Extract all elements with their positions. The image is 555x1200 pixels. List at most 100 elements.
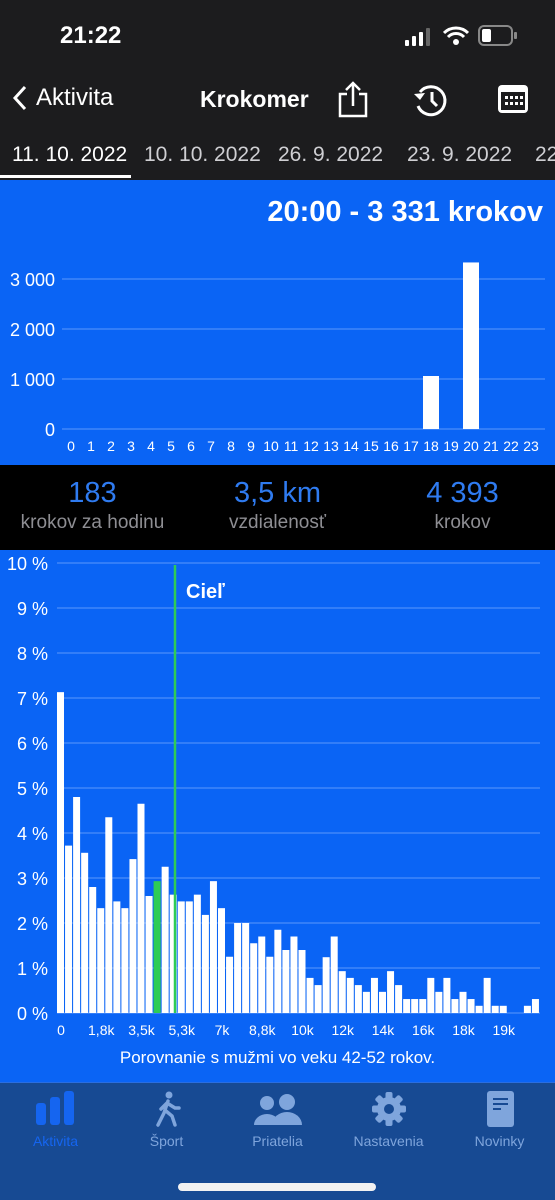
distribution-bar	[467, 999, 475, 1013]
distribution-bar	[443, 977, 451, 1013]
distribution-bar	[475, 1005, 483, 1013]
tab-label: Novinky	[474, 1133, 525, 1149]
distribution-bar	[459, 991, 467, 1013]
calendar-icon[interactable]	[497, 84, 529, 114]
y-tick-label: 7 %	[17, 689, 48, 709]
stat-label: krokov	[434, 512, 491, 533]
distribution-bar	[242, 923, 250, 1013]
x-tick-label: 9	[247, 438, 255, 454]
distribution-bar	[81, 852, 89, 1013]
distribution-bar	[137, 803, 145, 1013]
stat-label: krokov za hodinu	[20, 512, 165, 533]
stat-total-steps: 4 393 krokov	[370, 477, 555, 534]
tab-aktivita[interactable]: Aktivita	[0, 1091, 111, 1149]
tab-label: Priatelia	[252, 1133, 303, 1149]
x-tick-label: 10	[263, 438, 279, 454]
back-button[interactable]: Aktivita	[12, 84, 113, 112]
x-tick-label: 0	[57, 1022, 65, 1038]
share-icon[interactable]	[337, 80, 369, 118]
bar-chart-icon	[35, 1091, 74, 1125]
chevron-left-icon	[12, 85, 27, 111]
y-tick-label: 10 %	[7, 554, 48, 574]
y-tick-label: 1 000	[10, 370, 55, 390]
distribution-bar	[185, 901, 193, 1013]
user-bar	[153, 881, 161, 1013]
x-tick-label: 19k	[492, 1022, 516, 1038]
distribution-bar	[250, 943, 258, 1013]
x-tick-label: 16k	[412, 1022, 436, 1038]
tab-label: Šport	[149, 1133, 184, 1149]
y-tick-label: 9 %	[17, 599, 48, 619]
tab-label: Aktivita	[32, 1133, 79, 1149]
comparison-panel: 0 % 1 % 2 % 3 % 4 % 5 % 6 % 7 % 8 % 9 % 10 % 0 1,8k 3…	[0, 550, 555, 1082]
x-tick-label: 3,5k	[128, 1022, 155, 1038]
distribution-bar	[379, 991, 386, 1013]
x-tick-label: 10k	[291, 1022, 315, 1038]
tab-nastavenia[interactable]: Nastavenia	[333, 1091, 444, 1149]
stat-distance: 3,5 km vzdialenosť	[185, 477, 370, 534]
x-tick-label: 17	[403, 438, 419, 454]
y-tick-label: 2 %	[17, 914, 48, 934]
home-indicator	[178, 1183, 376, 1191]
distribution-bar	[314, 985, 322, 1013]
distribution-bar	[145, 896, 153, 1013]
distribution-bar	[97, 908, 105, 1013]
distribution-bar	[258, 936, 266, 1013]
distribution-bar	[523, 1005, 531, 1013]
distribution-bar	[499, 1005, 507, 1013]
tab-novinky[interactable]: Novinky	[444, 1091, 555, 1149]
distribution-bar	[419, 999, 427, 1013]
y-tick-label: 1 %	[17, 959, 48, 979]
y-tick-label: 4 %	[17, 824, 48, 844]
history-icon[interactable]	[412, 82, 450, 118]
distribution-bar	[451, 999, 459, 1013]
nav-bar: Aktivita Krokomer	[0, 72, 555, 128]
distribution-bar	[290, 936, 298, 1013]
x-tick-label: 12k	[331, 1022, 355, 1038]
distribution-bar	[274, 929, 282, 1013]
x-tick-label: 15	[363, 438, 379, 454]
x-tick-label: 7	[207, 438, 215, 454]
x-tick-label: 6	[187, 438, 195, 454]
tab-date[interactable]: 11. 10. 2022	[12, 143, 127, 167]
tab-date[interactable]: 26. 9. 2022	[278, 143, 383, 167]
tab-date[interactable]: 22	[535, 143, 555, 167]
walking-icon	[155, 1091, 181, 1127]
tab-date[interactable]: 23. 9. 2022	[407, 143, 512, 167]
distribution-bar	[354, 985, 362, 1013]
back-label: Aktivita	[36, 84, 114, 111]
x-tick-label: 16	[383, 438, 399, 454]
distribution-bar	[427, 977, 435, 1013]
distribution-bar	[209, 881, 217, 1013]
y-tick-label: 3 %	[17, 869, 48, 889]
distribution-bar	[306, 977, 314, 1013]
x-tick-label: 18k	[452, 1022, 476, 1038]
x-tick-label: 1	[87, 438, 95, 454]
tab-priatelia[interactable]: Priatelia	[222, 1091, 333, 1149]
x-tick-label: 20	[463, 438, 479, 454]
x-tick-label: 1,8k	[88, 1022, 115, 1038]
x-tick-label: 23	[523, 438, 539, 454]
distribution-bar	[234, 923, 242, 1013]
distribution-bar	[129, 859, 137, 1013]
distribution-bar	[121, 908, 129, 1013]
x-tick-label: 4	[147, 438, 155, 454]
stat-steps-per-hour: 183 krokov za hodinu	[0, 477, 185, 534]
hourly-steps-chart[interactable]: 01 0002 0003 0000 1 2 3 4 5 6 7 8 9 10 11 12 13 14 15 16…	[0, 180, 555, 465]
y-tick-label: 0 %	[17, 1004, 48, 1024]
stat-value: 4 393	[426, 477, 499, 509]
distribution-bar	[411, 999, 419, 1013]
gear-icon	[371, 1092, 406, 1126]
tab-date[interactable]: 10. 10. 2022	[144, 143, 261, 167]
tab-sport[interactable]: Šport	[111, 1091, 222, 1149]
x-tick-label: 8,8k	[249, 1022, 276, 1038]
x-tick-label: 11	[284, 438, 299, 454]
y-tick-label: 0	[45, 420, 55, 440]
stats-row: 183 krokov za hodinu 3,5 km vzdialenosť 4 …	[0, 465, 555, 550]
clock: 21:22	[60, 22, 122, 49]
news-icon	[486, 1091, 514, 1127]
stat-label: vzdialenosť	[229, 512, 326, 533]
x-tick-label: 14	[343, 438, 359, 454]
x-tick-label: 3	[127, 438, 135, 454]
distribution-bar	[362, 991, 370, 1013]
